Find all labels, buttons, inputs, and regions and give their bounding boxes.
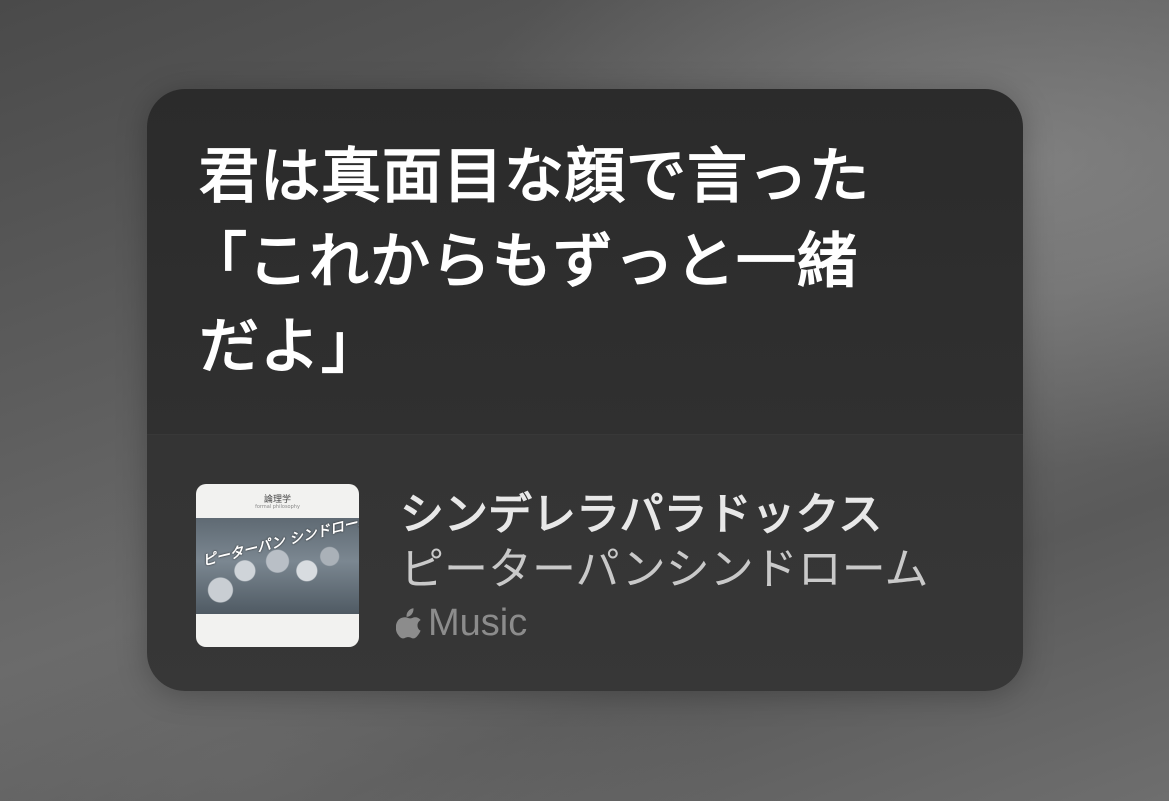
apple-logo-icon [395,605,426,641]
song-title: シンデレラパラドックス [400,489,883,540]
lyric-line-1: 君は真面目な顔で言った [199,142,870,212]
lyric-line-3: だよ」 [199,312,382,382]
album-artwork[interactable]: 論理学 formal philosophy ピーターパン シンドローム [196,484,359,647]
lyric-line-2: 「これからもずっと一緒 [187,227,858,297]
lyrics-section: 君は真面目な顔で言った 「これからもずっと一緒 だよ」 [147,89,1023,434]
apple-music-badge: Music [395,601,528,645]
artwork-sub-label: formal philosophy [255,504,300,510]
now-playing-section[interactable]: 論理学 formal philosophy ピーターパン シンドローム シンデレ… [147,435,1023,691]
lyrics-share-card: 君は真面目な顔で言った 「これからもずっと一緒 だよ」 論理学 formal p… [147,89,1023,691]
service-label: Music [428,602,528,644]
artist-name: ピーターパンシンドローム [400,544,929,595]
